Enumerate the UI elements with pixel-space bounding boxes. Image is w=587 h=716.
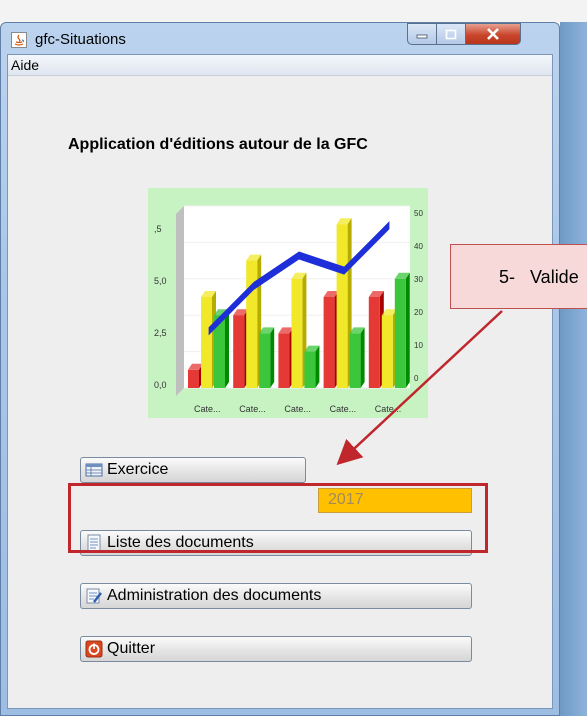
administration-documents-button[interactable]: Administration des documents — [80, 583, 472, 609]
chart-logo: Cate... Cate... Cate... Cate... Cate... ,5 5,0… — [148, 188, 428, 418]
minimize-button[interactable] — [407, 23, 437, 45]
chart-right-tick-label: 40 — [414, 242, 423, 251]
exercice-label: Exercice — [107, 461, 169, 478]
chart-x-tick-label: Cate... — [375, 404, 402, 414]
title-bar[interactable]: gfc-Situations — [1, 23, 559, 53]
chart-right-tick-label: 20 — [414, 308, 423, 317]
client-area: Aide Application d'éditions autour de la… — [7, 54, 553, 709]
annotation-callout: 5- Valide — [450, 244, 587, 309]
chart-left-tick-label: 2,5 — [154, 328, 167, 338]
menu-bar: Aide — [8, 55, 552, 76]
maximize-icon — [445, 29, 457, 39]
chart-bar-side — [405, 272, 410, 388]
chart-right-tick-label: 10 — [414, 341, 423, 350]
java-app-icon — [11, 32, 27, 48]
chart-bar-side — [315, 345, 320, 388]
desktop-background-right — [560, 22, 587, 716]
chart-bar — [304, 351, 316, 388]
window-title: gfc-Situations — [35, 31, 126, 48]
administration-documents-label: Administration des documents — [107, 587, 322, 604]
close-button[interactable] — [465, 23, 521, 45]
maximize-button[interactable] — [436, 23, 466, 45]
chart-bar — [201, 297, 212, 388]
highlight-box — [68, 483, 488, 553]
chart-bar — [246, 260, 258, 388]
chart-bar — [188, 369, 199, 388]
quitter-label: Quitter — [107, 640, 156, 657]
chart-bar — [381, 315, 393, 388]
chart-right-tick-label: 30 — [414, 275, 423, 284]
callout-text: 5- Valide — [499, 267, 579, 287]
quitter-button[interactable]: Quitter — [80, 636, 472, 662]
chart-bar-side — [270, 327, 275, 388]
chart-left-tick-label: 0,0 — [154, 380, 167, 390]
chart-left-tick-label: 5,0 — [154, 276, 167, 286]
chart-x-tick-label: Cate... — [239, 404, 266, 414]
desktop-background — [0, 0, 587, 22]
chart-bar — [278, 333, 290, 388]
page-title: Application d'éditions autour de la GFC — [68, 136, 368, 153]
chart-right-tick-label: 0 — [414, 374, 419, 383]
chart-bar-side — [360, 327, 365, 388]
chart-bar — [336, 224, 348, 388]
chart-bar — [291, 278, 303, 388]
chart-bar — [259, 333, 271, 388]
chart-right-tick-label: 50 — [414, 209, 423, 218]
document-edit-icon — [86, 588, 102, 604]
chart-x-tick-label: Cate... — [330, 404, 357, 414]
application-window: gfc-Situations Aide Application d'éditio… — [0, 22, 560, 716]
chart-bar — [368, 297, 380, 388]
table-icon — [85, 463, 103, 477]
exercice-button[interactable]: Exercice — [80, 457, 306, 483]
menu-aide[interactable]: Aide — [8, 57, 42, 73]
chart-bar-side — [225, 309, 229, 388]
chart-x-tick-label: Cate... — [284, 404, 311, 414]
minimize-icon — [416, 34, 428, 39]
close-icon — [487, 28, 499, 40]
chart-bar — [349, 333, 361, 388]
chart-bar — [323, 297, 335, 388]
power-icon — [85, 640, 103, 658]
chart-x-tick-label: Cate... — [194, 404, 221, 414]
chart-bar — [233, 315, 245, 388]
chart-left-tick-label: ,5 — [154, 224, 162, 234]
chart-bar — [394, 278, 406, 388]
